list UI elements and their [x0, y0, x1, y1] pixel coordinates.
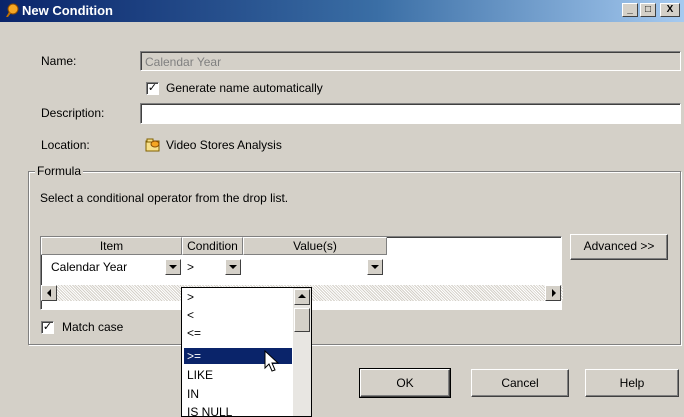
condition-dropdown-button[interactable]: [225, 259, 241, 275]
values-cell[interactable]: [245, 257, 365, 277]
operator-droplist[interactable]: > < <= >= LIKE IN IS NULL: [181, 287, 312, 417]
scroll-up-button[interactable]: [294, 289, 310, 305]
column-header-values[interactable]: Value(s): [243, 237, 387, 255]
advanced-button[interactable]: Advanced >>: [570, 234, 668, 260]
match-case-label: Match case: [62, 320, 124, 334]
maximize-button[interactable]: □: [640, 3, 656, 17]
window-title: New Condition: [22, 3, 113, 18]
condition-icon: [6, 3, 19, 17]
title-bar: New Condition _ □ X: [0, 0, 684, 22]
match-case-checkbox[interactable]: ✓: [41, 321, 54, 334]
description-label: Description:: [41, 106, 105, 120]
help-button[interactable]: Help: [585, 369, 679, 397]
scroll-right-button[interactable]: [545, 285, 561, 301]
item-dropdown-button[interactable]: [165, 259, 181, 275]
droplist-scrollbar[interactable]: [293, 288, 311, 416]
arrow-up-icon: [298, 294, 306, 298]
close-button[interactable]: X: [660, 3, 680, 17]
column-header-condition[interactable]: Condition: [182, 237, 243, 255]
name-label: Name:: [41, 54, 77, 68]
location-label: Location:: [41, 138, 90, 152]
chevron-down-icon: [371, 265, 379, 269]
cancel-button[interactable]: Cancel: [471, 369, 569, 397]
ok-button[interactable]: OK: [359, 368, 451, 398]
generate-name-checkbox[interactable]: ✓: [146, 82, 159, 95]
values-dropdown-button[interactable]: [367, 259, 383, 275]
scroll-thumb[interactable]: [294, 308, 310, 332]
scroll-left-button[interactable]: [41, 285, 57, 301]
arrow-left-icon: [47, 289, 51, 297]
formula-instruction: Select a conditional operator from the d…: [40, 191, 289, 205]
name-field: Calendar Year: [140, 51, 681, 71]
location-value: Video Stores Analysis: [166, 138, 282, 152]
condition-cell[interactable]: >: [183, 257, 223, 277]
chevron-down-icon: [229, 265, 237, 269]
mouse-cursor-icon: [264, 350, 280, 372]
arrow-right-icon: [552, 289, 556, 297]
column-header-item[interactable]: Item: [41, 237, 182, 255]
droplist-item[interactable]: >: [184, 289, 292, 305]
droplist-item[interactable]: <=: [184, 325, 292, 341]
formula-group-label: Formula: [35, 164, 84, 178]
item-cell[interactable]: Calendar Year: [47, 257, 165, 277]
generate-name-label: Generate name automatically: [166, 81, 323, 95]
droplist-item[interactable]: IS NULL: [184, 404, 292, 416]
minimize-button[interactable]: _: [622, 3, 638, 17]
droplist-item[interactable]: <: [184, 307, 292, 323]
droplist-item[interactable]: IN: [184, 386, 292, 402]
description-field[interactable]: [140, 103, 681, 124]
folder-icon: [145, 138, 160, 152]
chevron-down-icon: [169, 265, 177, 269]
